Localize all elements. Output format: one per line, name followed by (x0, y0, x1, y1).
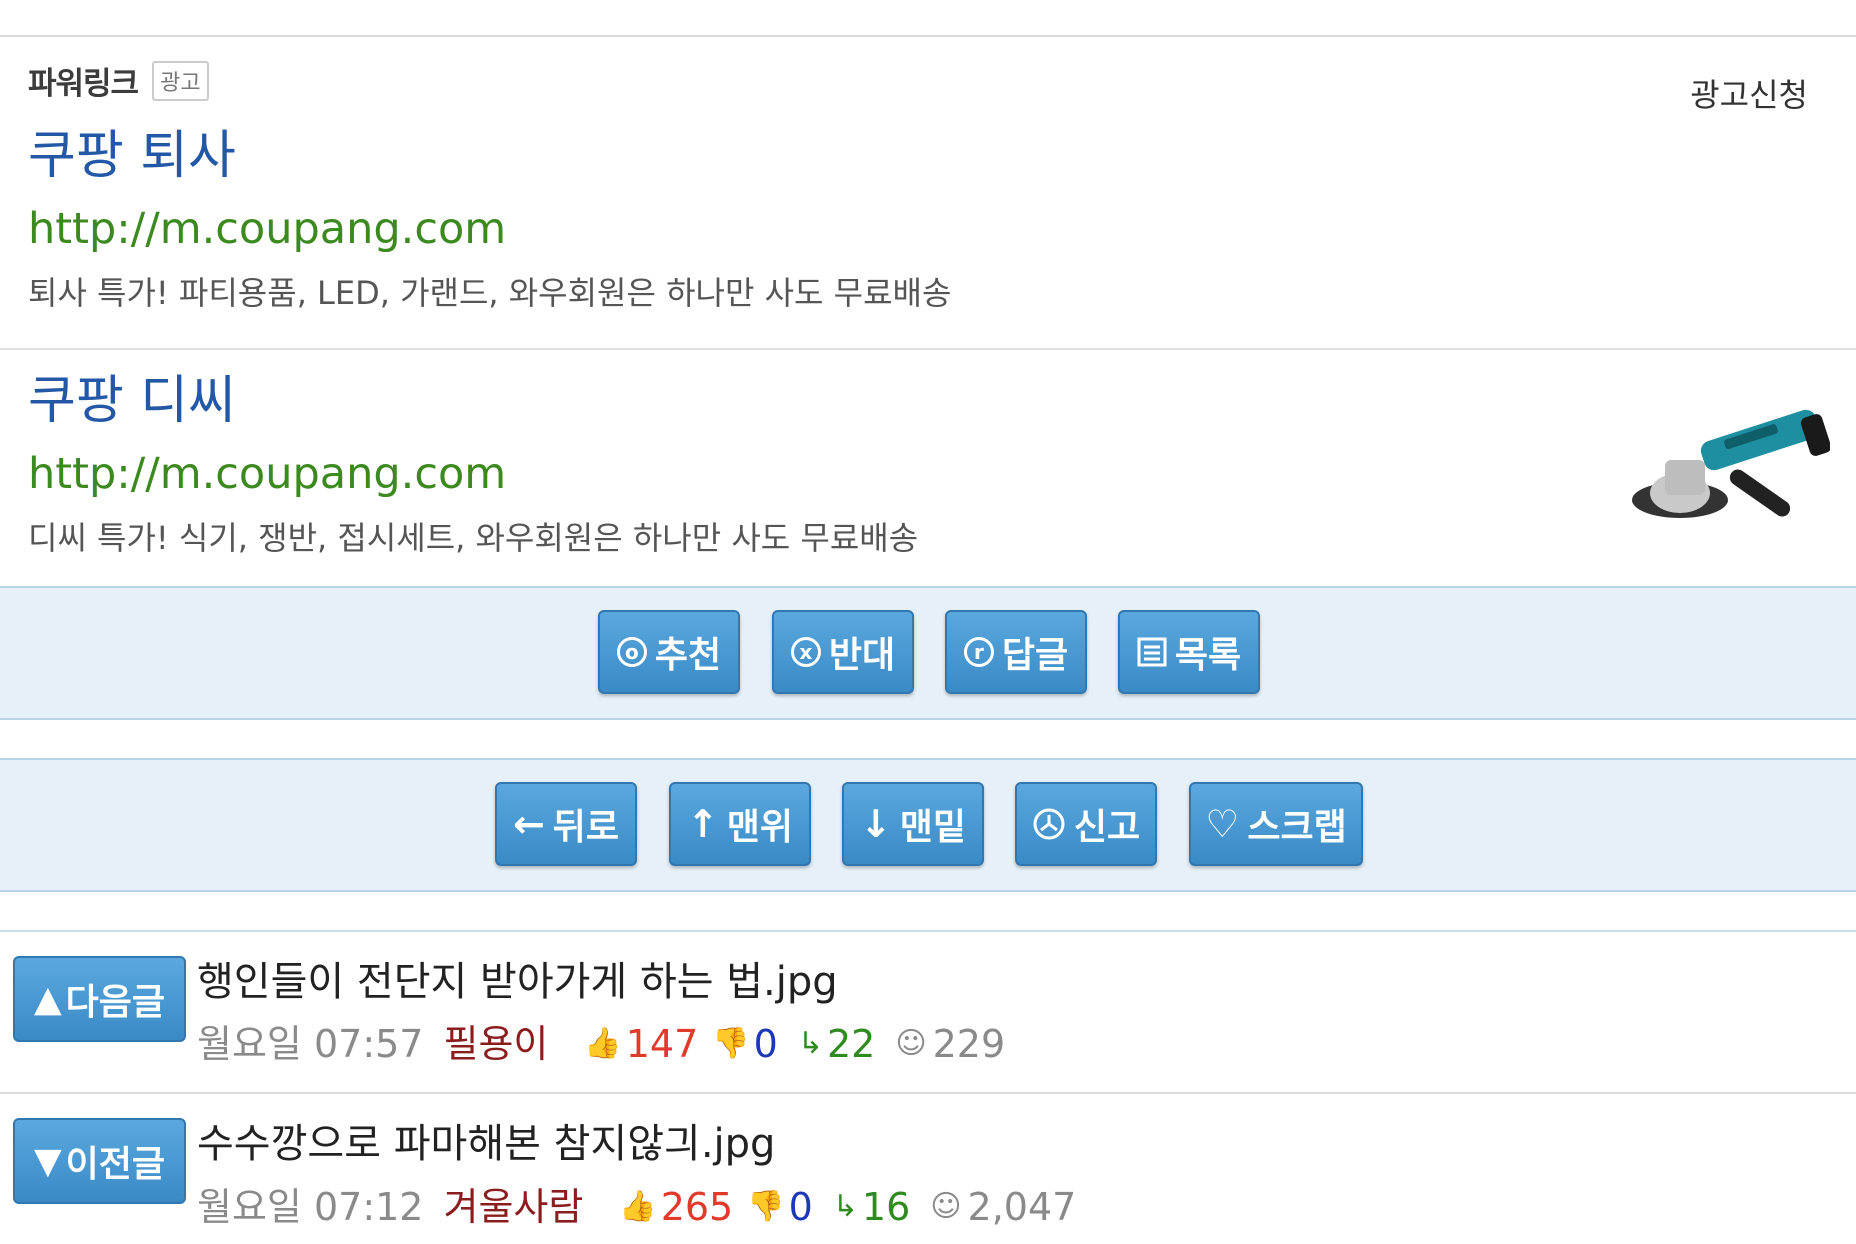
downvote-count: 👎 0 (747, 1185, 813, 1229)
down-arrow-icon: ↓ (859, 802, 892, 846)
up-arrow-icon: ↑ (686, 802, 719, 846)
ad-badge: 광고 (152, 60, 209, 101)
reply-button[interactable]: r 답글 (945, 610, 1087, 694)
recommend-button[interactable]: o 추천 (598, 610, 740, 694)
reply-arrow-icon: ↳ (832, 1189, 858, 1224)
reply-arrow-icon: ↳ (797, 1026, 823, 1061)
upvote-count: 👍 265 (619, 1185, 734, 1229)
downvote-count: 👎 0 (712, 1022, 778, 1066)
divider (0, 930, 1856, 932)
scrap-button[interactable]: ♡ 스크랩 (1189, 782, 1363, 866)
thumbs-down-icon: 👎 (747, 1189, 785, 1224)
post-date: 월요일 07:12 (197, 1185, 424, 1229)
list-icon (1137, 637, 1167, 667)
left-arrow-icon: ← (512, 802, 545, 846)
thumbs-up-icon: 👍 (619, 1189, 657, 1224)
post-author[interactable]: 필용이 (443, 1025, 548, 1063)
ad-url[interactable]: http://m.coupang.com (28, 208, 951, 251)
upvote-count: 👍 147 (584, 1022, 699, 1066)
thumbs-down-icon: 👎 (712, 1026, 750, 1061)
report-button[interactable]: 신고 (1015, 782, 1157, 866)
next-post-title[interactable]: 행인들이 전단지 받아가게 하는 법.jpg (197, 962, 838, 1002)
reply-icon: r (963, 637, 994, 667)
ad-title-link[interactable]: 쿠팡 디씨 (28, 375, 918, 427)
scroll-bottom-button[interactable]: ↓ 맨밑 (842, 782, 984, 866)
post-date: 월요일 07:57 (197, 1022, 424, 1066)
top-divider (0, 35, 1856, 37)
view-count: ☺ 229 (895, 1022, 1006, 1066)
next-post-button[interactable]: ▲ 다음글 (13, 956, 186, 1042)
previous-post-button[interactable]: ▼ 이전글 (13, 1118, 186, 1204)
triangle-down-icon: ▼ (33, 1140, 62, 1182)
view-count: ☺ 2,047 (930, 1185, 1077, 1229)
back-button[interactable]: ← 뒤로 (495, 782, 637, 866)
previous-post-title[interactable]: 수수깡으로 파마해본 참지않긔.jpg (197, 1124, 775, 1164)
divider (0, 1092, 1856, 1094)
action-bar (0, 586, 1856, 720)
ad-apply-link[interactable]: 광고신청 (1690, 70, 1808, 116)
angle-grinder-image[interactable] (1630, 405, 1830, 555)
report-icon (1033, 808, 1065, 840)
ad-title-link[interactable]: 쿠팡 퇴사 (28, 130, 951, 182)
ad-url[interactable]: http://m.coupang.com (28, 453, 918, 496)
ad-section-title: 파워링크 (28, 66, 139, 102)
ad-description: 퇴사 특가! 파티용품, LED, 가랜드, 와우회원은 하나만 사도 무료배송 (28, 274, 952, 312)
ad-item[interactable]: 쿠팡 퇴사 http://m.coupang.com 퇴사 특가! 파티용품, … (28, 130, 951, 309)
triangle-up-icon: ▲ (33, 978, 62, 1020)
post-author[interactable]: 겨울사람 (443, 1188, 583, 1226)
views-icon: ☺ (895, 1026, 927, 1061)
heart-icon: ♡ (1205, 802, 1240, 846)
ad-description: 디씨 특가! 식기, 쟁반, 접시세트, 와우회원은 하나만 사도 무료배송 (28, 519, 919, 557)
reply-count: ↳ 22 (797, 1022, 876, 1066)
recommend-icon: o (616, 637, 647, 667)
oppose-button[interactable]: x 반대 (772, 610, 914, 694)
ad-header: 파워링크 광고 (28, 58, 209, 103)
reply-count: ↳ 16 (832, 1185, 911, 1229)
next-post-meta: 월요일 07:57 필용이 👍 147 👎 0 ↳ 22 ☺ 229 (197, 1025, 1005, 1063)
ad-item[interactable]: 쿠팡 디씨 http://m.coupang.com 디씨 특가! 식기, 쟁반… (28, 375, 918, 554)
oppose-icon: x (790, 637, 821, 667)
list-button[interactable]: 목록 (1118, 610, 1260, 694)
views-icon: ☺ (930, 1189, 962, 1224)
ad-divider (0, 348, 1856, 350)
thumbs-up-icon: 👍 (584, 1026, 622, 1061)
scroll-top-button[interactable]: ↑ 맨위 (669, 782, 811, 866)
previous-post-meta: 월요일 07:12 겨울사람 👍 265 👎 0 ↳ 16 ☺ 2,047 (197, 1188, 1076, 1226)
